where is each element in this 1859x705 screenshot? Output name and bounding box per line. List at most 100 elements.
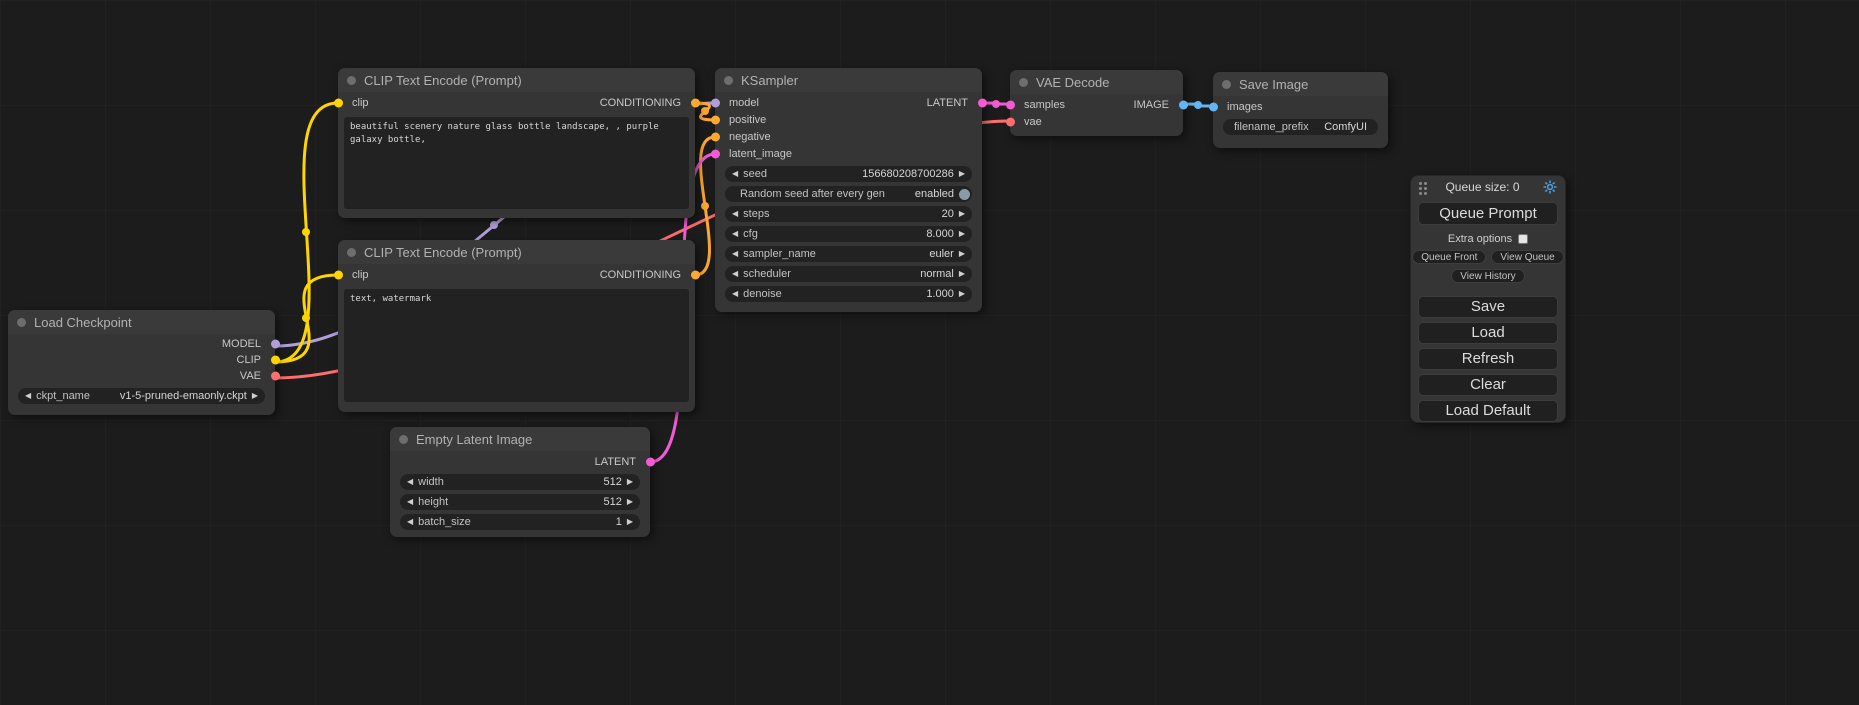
arrow-left-icon[interactable]: ◀ <box>407 474 413 490</box>
widget-label: width <box>418 476 444 488</box>
arrow-right-icon[interactable]: ▶ <box>959 266 965 282</box>
node-graph-canvas[interactable]: Load Checkpoint MODEL CLIP VAE ◀ ckpt_na… <box>0 0 1859 705</box>
clear-button[interactable]: Clear <box>1418 374 1558 396</box>
positive-input-port[interactable] <box>711 115 720 124</box>
node-title: Save Image <box>1239 77 1308 92</box>
slot-label: clip <box>352 97 369 109</box>
widget-height[interactable]: ◀ height 512 ▶ <box>400 494 640 510</box>
arrow-right-icon[interactable]: ▶ <box>959 206 965 222</box>
collapse-dot[interactable] <box>1222 80 1231 89</box>
arrow-right-icon[interactable]: ▶ <box>627 514 633 530</box>
arrow-right-icon[interactable]: ▶ <box>252 388 258 404</box>
slot-label: VAE <box>240 370 261 382</box>
widget-random-seed[interactable]: Random seed after every gen enabled <box>725 186 972 202</box>
arrow-right-icon[interactable]: ▶ <box>959 166 965 182</box>
prompt-textarea[interactable] <box>344 289 689 402</box>
slot-label: CLIP <box>237 354 261 366</box>
node-vae-decode: VAE Decode samples IMAGE vae <box>1010 70 1183 136</box>
node-header[interactable]: CLIP Text Encode (Prompt) <box>338 68 695 92</box>
arrow-left-icon[interactable]: ◀ <box>732 286 738 302</box>
node-header[interactable]: Empty Latent Image <box>390 427 650 451</box>
arrow-right-icon[interactable]: ▶ <box>959 246 965 262</box>
widget-sampler-name[interactable]: ◀ sampler_name euler ▶ <box>725 246 972 262</box>
images-input-port[interactable] <box>1209 102 1218 111</box>
widget-value: v1-5-pruned-emaonly.ckpt <box>120 390 247 402</box>
widget-value: euler <box>929 248 953 260</box>
toggle-knob[interactable] <box>959 189 970 200</box>
arrow-right-icon[interactable]: ▶ <box>627 494 633 510</box>
load-button[interactable]: Load <box>1418 322 1558 344</box>
arrow-left-icon[interactable]: ◀ <box>25 388 31 404</box>
conditioning-output-port[interactable] <box>691 271 700 280</box>
collapse-dot[interactable] <box>724 76 733 85</box>
clip-input-port[interactable] <box>334 99 343 108</box>
clip-output-port[interactable] <box>271 356 280 365</box>
load-default-button[interactable]: Load Default <box>1418 400 1558 422</box>
widget-seed[interactable]: ◀ seed 156680208700286 ▶ <box>725 166 972 182</box>
settings-gear-icon[interactable] <box>1543 180 1557 194</box>
negative-input-port[interactable] <box>711 132 720 141</box>
extra-options-checkbox[interactable] <box>1518 234 1528 244</box>
node-title: Load Checkpoint <box>34 315 132 330</box>
widget-steps[interactable]: ◀ steps 20 ▶ <box>725 206 972 222</box>
node-header[interactable]: Save Image <box>1213 72 1388 96</box>
collapse-dot[interactable] <box>17 318 26 327</box>
vae-input-port[interactable] <box>1006 117 1015 126</box>
view-queue-button[interactable]: View Queue <box>1491 250 1563 264</box>
widget-label: Random seed after every gen <box>740 188 885 200</box>
node-header[interactable]: VAE Decode <box>1010 70 1183 94</box>
conditioning-output-port[interactable] <box>691 99 700 108</box>
widget-cfg[interactable]: ◀ cfg 8.000 ▶ <box>725 226 972 242</box>
slot-label: samples <box>1024 99 1065 111</box>
arrow-left-icon[interactable]: ◀ <box>407 514 413 530</box>
collapse-dot[interactable] <box>347 248 356 257</box>
slot-label: model <box>729 97 759 109</box>
collapse-dot[interactable] <box>399 435 408 444</box>
link-dot <box>490 221 498 229</box>
widget-denoise[interactable]: ◀ denoise 1.000 ▶ <box>725 286 972 302</box>
widget-ckpt-name[interactable]: ◀ ckpt_name v1-5-pruned-emaonly.ckpt ▶ <box>18 388 265 404</box>
node-header[interactable]: KSampler <box>715 68 982 92</box>
save-button[interactable]: Save <box>1418 296 1558 318</box>
refresh-button[interactable]: Refresh <box>1418 348 1558 370</box>
collapse-dot[interactable] <box>1019 78 1028 87</box>
node-header[interactable]: Load Checkpoint <box>8 310 275 334</box>
latent-output-port[interactable] <box>978 98 987 107</box>
arrow-left-icon[interactable]: ◀ <box>407 494 413 510</box>
widget-batch-size[interactable]: ◀ batch_size 1 ▶ <box>400 514 640 530</box>
collapse-dot[interactable] <box>347 76 356 85</box>
widget-value: 1 <box>616 516 622 528</box>
latent-image-input-port[interactable] <box>711 149 720 158</box>
queue-prompt-button[interactable]: Queue Prompt <box>1418 202 1558 225</box>
latent-output-port[interactable] <box>646 457 655 466</box>
link-dot <box>701 202 709 210</box>
widget-width[interactable]: ◀ width 512 ▶ <box>400 474 640 490</box>
widget-scheduler[interactable]: ◀ scheduler normal ▶ <box>725 266 972 282</box>
arrow-left-icon[interactable]: ◀ <box>732 206 738 222</box>
node-header[interactable]: CLIP Text Encode (Prompt) <box>338 240 695 264</box>
vae-output-port[interactable] <box>271 372 280 381</box>
arrow-left-icon[interactable]: ◀ <box>732 246 738 262</box>
prompt-textarea[interactable] <box>344 117 689 209</box>
arrow-right-icon[interactable]: ▶ <box>959 226 965 242</box>
arrow-right-icon[interactable]: ▶ <box>959 286 965 302</box>
link-dot <box>302 314 310 322</box>
slot-label: latent_image <box>729 148 792 160</box>
arrow-right-icon[interactable]: ▶ <box>627 474 633 490</box>
model-input-port[interactable] <box>711 98 720 107</box>
view-history-button[interactable]: View History <box>1451 269 1524 283</box>
queue-front-button[interactable]: Queue Front <box>1412 250 1486 264</box>
arrow-left-icon[interactable]: ◀ <box>732 266 738 282</box>
widget-filename-prefix[interactable]: filename_prefix ComfyUI <box>1223 119 1378 135</box>
image-output-port[interactable] <box>1179 100 1188 109</box>
node-title: CLIP Text Encode (Prompt) <box>364 73 522 88</box>
slot-row-images: images <box>1213 98 1388 115</box>
samples-input-port[interactable] <box>1006 100 1015 109</box>
clip-input-port[interactable] <box>334 271 343 280</box>
widget-label: steps <box>743 208 769 220</box>
arrow-left-icon[interactable]: ◀ <box>732 226 738 242</box>
arrow-left-icon[interactable]: ◀ <box>732 166 738 182</box>
model-output-port[interactable] <box>271 340 280 349</box>
link-dot <box>1194 101 1202 109</box>
widget-label: denoise <box>743 288 782 300</box>
